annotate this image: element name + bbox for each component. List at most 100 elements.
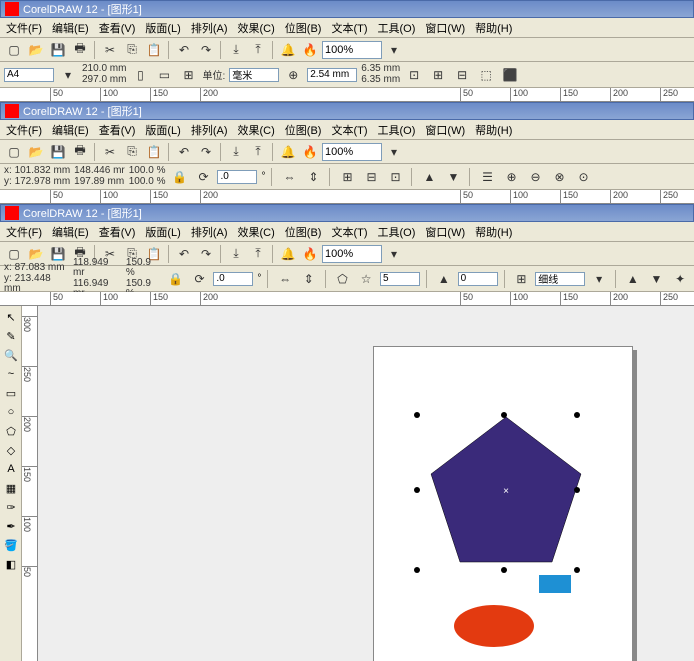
save-icon[interactable]: 💾	[48, 40, 68, 60]
import-icon[interactable]: ⤓	[226, 142, 246, 162]
tofront-icon[interactable]: ▲	[623, 269, 643, 289]
menu-file[interactable]: 文件(F)	[2, 121, 46, 139]
toback-icon[interactable]: ▼	[647, 269, 667, 289]
nudge-input[interactable]	[307, 68, 357, 82]
trim-icon[interactable]: ⊗	[549, 167, 569, 187]
import-icon[interactable]: ⤓	[226, 40, 246, 60]
export-icon[interactable]: ⤒	[248, 40, 268, 60]
rotation-input[interactable]	[213, 272, 253, 286]
canvas[interactable]: ×	[38, 306, 694, 661]
combine-icon[interactable]: ⊕	[501, 167, 521, 187]
sides-input[interactable]	[380, 272, 420, 286]
menu-edit[interactable]: 编辑(E)	[48, 121, 93, 139]
zoom-input-3[interactable]	[322, 245, 382, 263]
menu-window[interactable]: 窗口(W)	[421, 19, 469, 37]
menu-layout[interactable]: 版面(L)	[141, 223, 184, 241]
weld-icon[interactable]: ⊖	[525, 167, 545, 187]
menu-layout[interactable]: 版面(L)	[141, 19, 184, 37]
paste-icon[interactable]: 📋	[144, 142, 164, 162]
menu-tools[interactable]: 工具(O)	[374, 19, 420, 37]
menu-help[interactable]: 帮助(H)	[471, 19, 516, 37]
tofront-icon[interactable]: ▲	[419, 167, 439, 187]
zoom-tool-icon[interactable]: 🔍	[2, 346, 20, 364]
paste-icon[interactable]: 📋	[144, 40, 164, 60]
fill-tool-icon[interactable]: 🪣	[2, 536, 20, 554]
launch-icon[interactable]: 🔔	[278, 142, 298, 162]
menu-bitmap[interactable]: 位图(B)	[281, 19, 326, 37]
menu-edit[interactable]: 编辑(E)	[48, 223, 93, 241]
sel-handle-br[interactable]	[574, 567, 580, 573]
menu-arrange[interactable]: 排列(A)	[187, 19, 232, 37]
menu-view[interactable]: 查看(V)	[95, 223, 140, 241]
blend-tool-icon[interactable]: ▦	[2, 479, 20, 497]
redo-icon[interactable]: ↷	[196, 142, 216, 162]
sharpness-input[interactable]	[458, 272, 498, 286]
menu-effects[interactable]: 效果(C)	[234, 223, 279, 241]
mirror-h-icon[interactable]: ⇔	[275, 269, 295, 289]
new-icon[interactable]: ▢	[4, 142, 24, 162]
convert-icon[interactable]: ✦	[670, 269, 690, 289]
units-select[interactable]	[229, 68, 279, 82]
export-icon[interactable]: ⤒	[248, 244, 268, 264]
basicshapes-tool-icon[interactable]: ◇	[2, 441, 20, 459]
zoom-input-2[interactable]	[322, 143, 382, 161]
corel-icon[interactable]: 🔥	[300, 40, 320, 60]
intersect-icon[interactable]: ⊙	[573, 167, 593, 187]
undo-icon[interactable]: ↶	[174, 40, 194, 60]
outline-tool-icon[interactable]: ✒	[2, 517, 20, 535]
ellipse-shape[interactable]	[454, 605, 534, 647]
menu-effects[interactable]: 效果(C)	[234, 19, 279, 37]
menu-window[interactable]: 窗口(W)	[421, 121, 469, 139]
ungroup-icon[interactable]: ⊟	[361, 167, 381, 187]
snap-icon[interactable]: ⊡	[404, 65, 424, 85]
menu-help[interactable]: 帮助(H)	[471, 223, 516, 241]
polygon-icon[interactable]: ⬠	[333, 269, 353, 289]
cut-icon[interactable]: ✂	[100, 142, 120, 162]
corel-icon[interactable]: 🔥	[300, 142, 320, 162]
outline-select[interactable]	[535, 272, 585, 286]
menu-arrange[interactable]: 排列(A)	[187, 223, 232, 241]
zoom-dropdown-icon[interactable]: ▾	[384, 40, 404, 60]
menu-file[interactable]: 文件(F)	[2, 19, 46, 37]
new-icon[interactable]: ▢	[4, 244, 24, 264]
lock-icon[interactable]: 🔒	[169, 167, 189, 187]
export-icon[interactable]: ⤒	[248, 142, 268, 162]
open-icon[interactable]: 📂	[26, 244, 46, 264]
group-icon[interactable]: ⊞	[337, 167, 357, 187]
guides-icon[interactable]: ⊟	[452, 65, 472, 85]
undo-icon[interactable]: ↶	[174, 142, 194, 162]
zoom-dropdown-icon[interactable]: ▾	[384, 244, 404, 264]
sel-handle-bc[interactable]	[501, 567, 507, 573]
portrait-icon[interactable]: ▯	[130, 65, 150, 85]
menu-help[interactable]: 帮助(H)	[471, 121, 516, 139]
sel-handle-mr[interactable]	[574, 487, 580, 493]
text-tool-icon[interactable]: A	[2, 460, 20, 478]
menu-bitmap[interactable]: 位图(B)	[281, 223, 326, 241]
copy-icon[interactable]: ⎘	[122, 40, 142, 60]
menu-edit[interactable]: 编辑(E)	[48, 19, 93, 37]
redo-icon[interactable]: ↷	[196, 40, 216, 60]
sel-handle-bl[interactable]	[414, 567, 420, 573]
outline-dropdown-icon[interactable]: ▾	[589, 269, 609, 289]
lock-icon[interactable]: 🔒	[166, 269, 186, 289]
menu-layout[interactable]: 版面(L)	[141, 121, 184, 139]
eyedropper-tool-icon[interactable]: ✑	[2, 498, 20, 516]
menu-text[interactable]: 文本(T)	[327, 223, 371, 241]
print-icon[interactable]: 🖶	[70, 40, 90, 60]
menu-text[interactable]: 文本(T)	[327, 19, 371, 37]
open-icon[interactable]: 📂	[26, 142, 46, 162]
interactive-fill-tool-icon[interactable]: ◧	[2, 555, 20, 573]
new-icon[interactable]: ▢	[4, 40, 24, 60]
ellipse-tool-icon[interactable]: ○	[2, 403, 20, 421]
paper-select[interactable]	[4, 68, 54, 82]
align-icon[interactable]: ☰	[477, 167, 497, 187]
corel-icon[interactable]: 🔥	[300, 244, 320, 264]
sel-handle-tl[interactable]	[414, 412, 420, 418]
cut-icon[interactable]: ✂	[100, 40, 120, 60]
save-icon[interactable]: 💾	[48, 244, 68, 264]
undo-icon[interactable]: ↶	[174, 244, 194, 264]
zoom-dropdown-icon[interactable]: ▾	[384, 142, 404, 162]
launch-icon[interactable]: 🔔	[278, 40, 298, 60]
menu-effects[interactable]: 效果(C)	[234, 121, 279, 139]
menu-text[interactable]: 文本(T)	[327, 121, 371, 139]
